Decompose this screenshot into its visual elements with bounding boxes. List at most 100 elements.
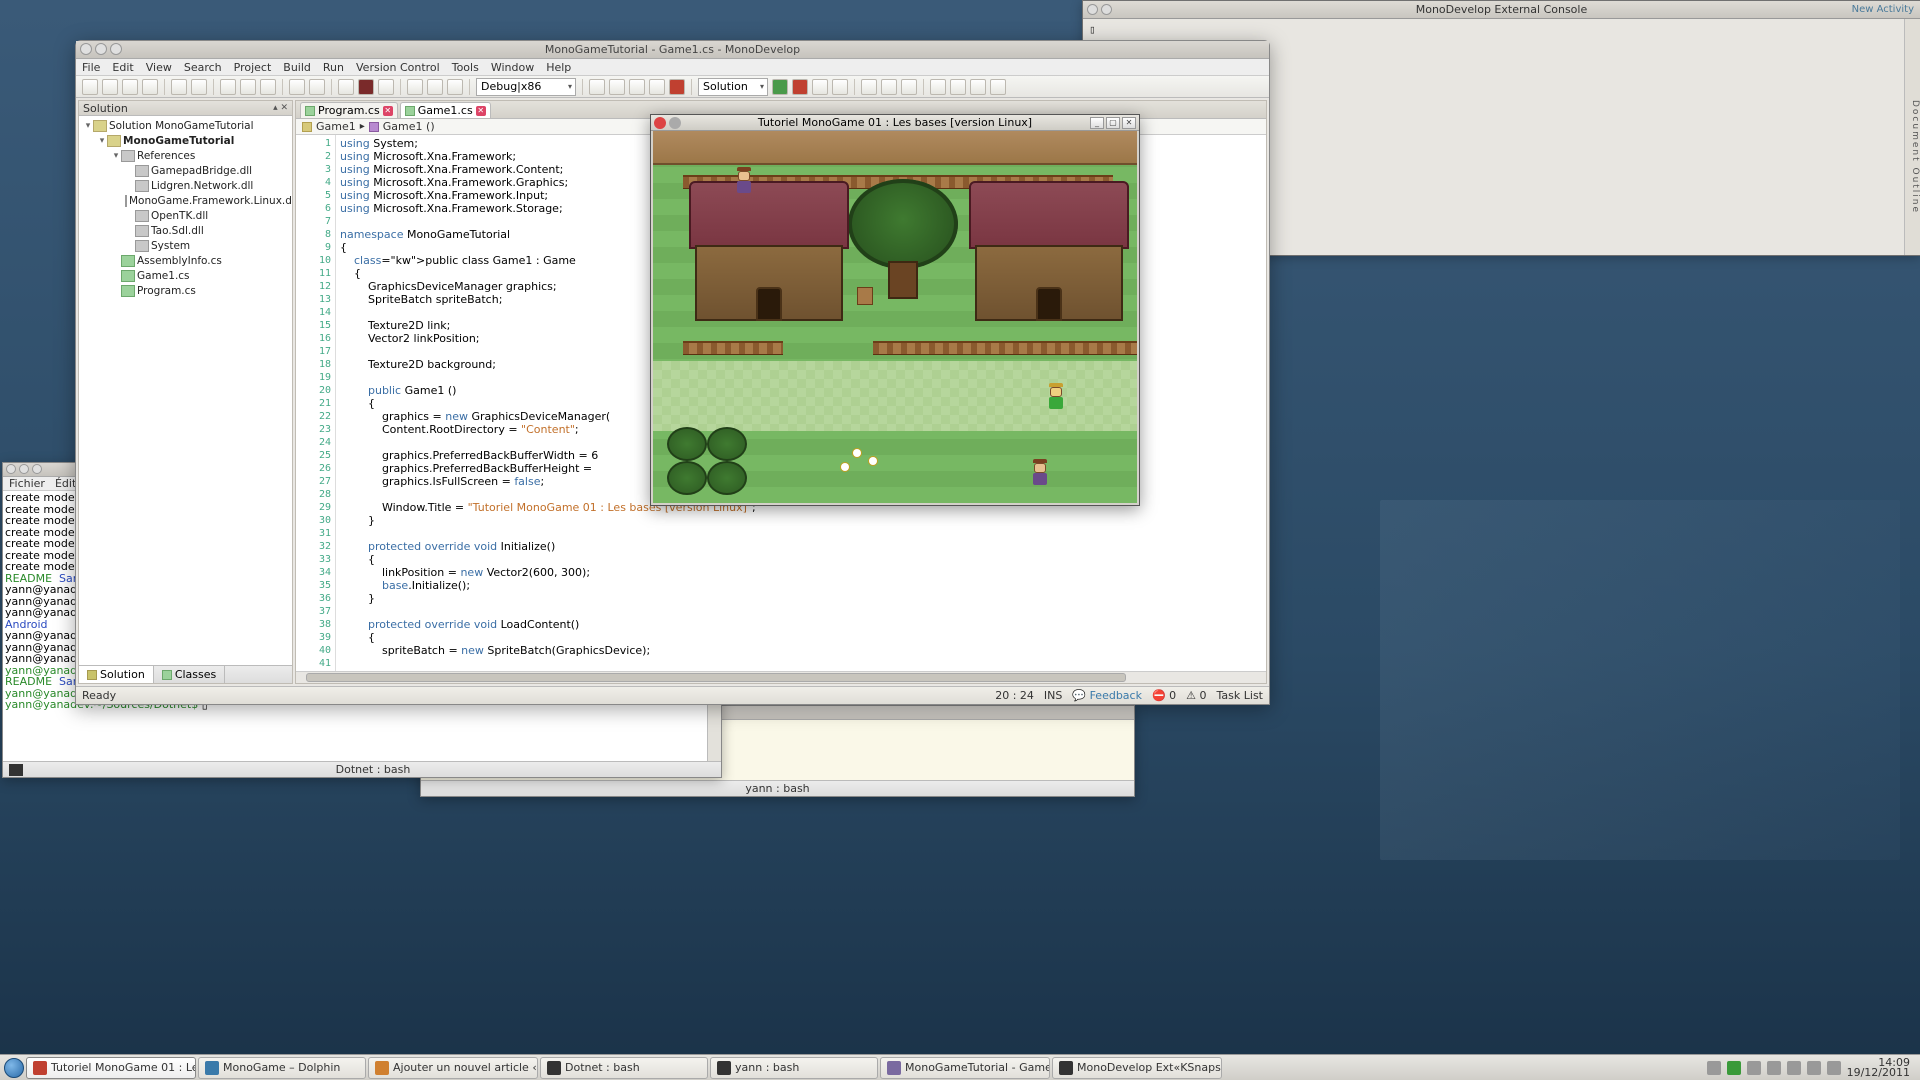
taskbar-task[interactable]: MonoGameTutorial - Game1… [880, 1057, 1050, 1079]
solution-tab[interactable]: Solution [79, 666, 154, 683]
tool-icon[interactable] [950, 79, 966, 95]
feedback-link[interactable]: Feedback [1090, 689, 1142, 702]
tool-icon[interactable] [861, 79, 877, 95]
menu-file[interactable]: File [82, 61, 100, 74]
close-button[interactable]: ✕ [1122, 117, 1136, 129]
tool-icon[interactable] [589, 79, 605, 95]
line-gutter[interactable]: 1234567891011121314151617181920212223242… [296, 135, 336, 671]
redo-icon[interactable] [191, 79, 207, 95]
start-button[interactable] [4, 1058, 24, 1078]
forward-icon[interactable] [309, 79, 325, 95]
stop-icon[interactable] [669, 79, 685, 95]
task-list-link[interactable]: Task List [1217, 689, 1263, 702]
tree-item[interactable]: System [79, 238, 292, 253]
tree-item[interactable]: AssemblyInfo.cs [79, 253, 292, 268]
tree-item[interactable]: ▾MonoGameTutorial [79, 133, 292, 148]
network-icon[interactable] [1787, 1061, 1801, 1075]
minimize-button[interactable]: _ [1090, 117, 1104, 129]
undo-icon[interactable] [171, 79, 187, 95]
tool-icon[interactable] [930, 79, 946, 95]
game-window[interactable]: Tutoriel MonoGame 01 : Les bases [versio… [650, 114, 1140, 506]
scope-combo[interactable]: Solution [698, 78, 768, 96]
tray-icon[interactable] [1807, 1061, 1821, 1075]
tool-icon[interactable] [990, 79, 1006, 95]
new-activity-link[interactable]: New Activity [1852, 4, 1914, 15]
tray-icon[interactable] [1707, 1061, 1721, 1075]
tree-item[interactable]: ▾Solution MonoGameTutorial [79, 118, 292, 133]
tool-icon[interactable] [970, 79, 986, 95]
taskbar[interactable]: Tutoriel MonoGame 01 : Les b…MonoGame – … [0, 1054, 1920, 1080]
maximize-button[interactable] [110, 43, 122, 55]
menu-view[interactable]: View [146, 61, 172, 74]
tool-icon[interactable] [812, 79, 828, 95]
taskbar-task[interactable]: Dotnet : bash [540, 1057, 708, 1079]
tree-item[interactable]: OpenTK.dll [79, 208, 292, 223]
menu-version-control[interactable]: Version Control [356, 61, 440, 74]
menu-edit[interactable]: Edit [112, 61, 133, 74]
error-count[interactable]: ⛔ 0 [1152, 689, 1176, 702]
tool-icon[interactable] [609, 79, 625, 95]
taskbar-task[interactable]: Ajouter un nouvel article ‹ D… [368, 1057, 538, 1079]
tree-item[interactable]: Program.cs [79, 283, 292, 298]
menu-help[interactable]: Help [546, 61, 571, 74]
tree-item[interactable]: Tao.Sdl.dll [79, 223, 292, 238]
close-button[interactable] [80, 43, 92, 55]
classes-tab[interactable]: Classes [154, 666, 225, 683]
window-titlebar[interactable]: MonoGameTutorial - Game1.cs - MonoDevelo… [76, 41, 1269, 59]
build-icon[interactable] [338, 79, 354, 95]
taskbar-task[interactable]: yann : bash [710, 1057, 878, 1079]
editor-tab[interactable]: Game1.cs✕ [400, 102, 491, 118]
step-over-icon[interactable] [427, 79, 443, 95]
window-button[interactable] [1087, 4, 1098, 15]
config-combo[interactable]: Debug|x86 [476, 78, 576, 96]
save-icon[interactable] [122, 79, 138, 95]
window-button[interactable] [1101, 4, 1112, 15]
tool-icon[interactable] [629, 79, 645, 95]
step-out-icon[interactable] [447, 79, 463, 95]
cut-icon[interactable] [220, 79, 236, 95]
term-menu-item[interactable]: Fichier [9, 477, 45, 490]
solution-panel[interactable]: Solution ▴ ✕ ▾Solution MonoGameTutorial▾M… [78, 100, 293, 684]
add-icon[interactable] [772, 79, 788, 95]
clock[interactable]: 14:0919/12/2011 [1847, 1058, 1910, 1078]
tool-icon[interactable] [649, 79, 665, 95]
dropdown-icon[interactable] [901, 79, 917, 95]
editor-tab[interactable]: Program.cs✕ [300, 102, 398, 118]
panel-close-icon[interactable]: ▴ ✕ [273, 103, 288, 113]
tree-item[interactable]: Lidgren.Network.dll [79, 178, 292, 193]
menubar[interactable]: FileEditViewSearchProjectBuildRunVersion… [76, 59, 1269, 76]
document-outline-tab[interactable]: Document Outline [1904, 19, 1920, 255]
solution-tree[interactable]: ▾Solution MonoGameTutorial▾MonoGameTutor… [79, 116, 292, 665]
taskbar-task[interactable]: MonoDevelop Ext«KSnapshot [1052, 1057, 1222, 1079]
copy-icon[interactable] [240, 79, 256, 95]
system-tray[interactable]: 14:0919/12/2011 [1707, 1058, 1916, 1078]
warning-count[interactable]: ⚠ 0 [1186, 689, 1206, 702]
tree-item[interactable]: GamepadBridge.dll [79, 163, 292, 178]
tray-icon[interactable] [1747, 1061, 1761, 1075]
menu-project[interactable]: Project [234, 61, 272, 74]
game-titlebar[interactable]: Tutoriel MonoGame 01 : Les bases [versio… [651, 115, 1139, 131]
dropdown-icon[interactable] [881, 79, 897, 95]
volume-icon[interactable] [1767, 1061, 1781, 1075]
step-icon[interactable] [407, 79, 423, 95]
tray-icon[interactable] [1727, 1061, 1741, 1075]
tree-item[interactable]: ▾References [79, 148, 292, 163]
taskbar-task[interactable]: Tutoriel MonoGame 01 : Les b… [26, 1057, 196, 1079]
save-all-icon[interactable] [142, 79, 158, 95]
debug-icon[interactable] [378, 79, 394, 95]
back-icon[interactable] [289, 79, 305, 95]
open-icon[interactable] [102, 79, 118, 95]
game-canvas[interactable] [653, 131, 1137, 503]
tool-icon[interactable] [832, 79, 848, 95]
taskbar-task[interactable]: MonoGame – Dolphin [198, 1057, 366, 1079]
paste-icon[interactable] [260, 79, 276, 95]
menu-run[interactable]: Run [323, 61, 344, 74]
menu-tools[interactable]: Tools [452, 61, 479, 74]
new-file-icon[interactable] [82, 79, 98, 95]
tree-item[interactable]: MonoGame.Framework.Linux.dll [79, 193, 292, 208]
menu-window[interactable]: Window [491, 61, 534, 74]
tray-icon[interactable] [1827, 1061, 1841, 1075]
remove-icon[interactable] [792, 79, 808, 95]
minimize-button[interactable] [95, 43, 107, 55]
tree-item[interactable]: Game1.cs [79, 268, 292, 283]
